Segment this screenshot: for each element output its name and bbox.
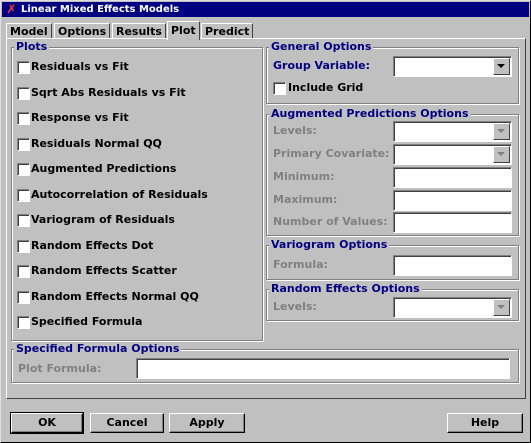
plot-formula-label: Plot Formula:: [18, 362, 102, 375]
plot-checkbox[interactable]: [17, 86, 30, 100]
plot-checkbox[interactable]: [17, 188, 30, 202]
tab-results[interactable]: Results: [112, 23, 166, 39]
plot-checkbox[interactable]: [17, 214, 30, 227]
augmented-levels-label: Levels:: [273, 124, 317, 137]
variogram-formula-input[interactable]: [393, 255, 512, 276]
number-of-values-label: Number of Values:: [273, 215, 388, 228]
app-icon: ✗: [6, 2, 17, 16]
tab-predict[interactable]: Predict: [201, 23, 254, 39]
plot-checkbox-label: Specified Formula: [31, 315, 143, 328]
plot-checkbox-label: Random Effects Normal QQ: [31, 289, 199, 303]
primary-covariate-label: Primary Covariate:: [273, 147, 390, 160]
plots-group-title: Plots: [14, 40, 50, 53]
tab-options[interactable]: Options: [54, 23, 111, 39]
variogram-options-title: Variogram Options: [269, 238, 390, 251]
plot-checkbox-label: Residuals vs Fit: [31, 60, 129, 73]
augmented-levels-combo[interactable]: [393, 121, 512, 142]
plot-checkbox-label: Response vs Fit: [31, 111, 129, 124]
random-effects-options-title: Random Effects Options: [269, 282, 422, 295]
minimum-label: Minimum:: [273, 170, 335, 183]
plot-checkbox-label: Random Effects Scatter: [31, 264, 177, 277]
maximum-label: Maximum:: [273, 193, 338, 206]
number-of-values-input[interactable]: [393, 212, 512, 233]
random-effects-levels-combo[interactable]: [393, 297, 512, 318]
plot-checkbox[interactable]: [17, 316, 30, 329]
augmented-options-title: Augmented Predictions Options: [269, 107, 471, 120]
plot-checkbox[interactable]: [17, 163, 30, 176]
specified-formula-title: Specified Formula Options: [14, 342, 182, 355]
group-variable-label: Group Variable:: [273, 59, 371, 72]
chevron-down-icon[interactable]: [493, 299, 510, 316]
plot-checkbox-label: Random Effects Dot: [31, 238, 154, 252]
apply-button[interactable]: Apply: [169, 413, 245, 433]
plot-checkbox[interactable]: [17, 239, 30, 253]
plot-checkbox[interactable]: [17, 137, 30, 151]
ok-button[interactable]: OK: [10, 412, 84, 434]
chevron-down-icon[interactable]: [493, 146, 510, 163]
window-title: Linear Mixed Effects Models: [21, 4, 180, 15]
group-variable-combo[interactable]: [393, 56, 512, 77]
plot-checkbox-label: Autocorrelation of Residuals: [31, 187, 208, 201]
minimum-input[interactable]: [393, 167, 512, 188]
general-options-title: General Options: [269, 40, 374, 53]
random-effects-levels-label: Levels:: [273, 300, 317, 313]
plot-checkbox[interactable]: [17, 290, 30, 304]
plot-checkbox-label: Variogram of Residuals: [31, 213, 175, 226]
cancel-button[interactable]: Cancel: [90, 413, 164, 433]
plot-checkbox-label: Sqrt Abs Residuals vs Fit: [31, 85, 186, 99]
include-grid-checkbox[interactable]: [273, 82, 286, 95]
chevron-down-icon[interactable]: [493, 58, 510, 75]
plot-checkbox[interactable]: [17, 112, 30, 125]
plot-checkbox-label: Augmented Predictions: [31, 162, 177, 175]
plot-checkbox-label: Residuals Normal QQ: [31, 136, 162, 150]
variogram-formula-label: Formula:: [273, 258, 328, 271]
plot-checkbox[interactable]: [17, 265, 30, 278]
tab-model[interactable]: Model: [6, 23, 52, 39]
tab-plot[interactable]: Plot: [167, 21, 200, 40]
plot-checkbox[interactable]: [17, 61, 30, 74]
primary-covariate-combo[interactable]: [393, 144, 512, 165]
include-grid-label: Include Grid: [288, 81, 364, 94]
maximum-input[interactable]: [393, 190, 512, 211]
title-bar[interactable]: ✗ Linear Mixed Effects Models: [2, 2, 529, 17]
plot-formula-input[interactable]: [136, 358, 510, 379]
help-button[interactable]: Help: [447, 413, 523, 433]
chevron-down-icon[interactable]: [493, 123, 510, 140]
